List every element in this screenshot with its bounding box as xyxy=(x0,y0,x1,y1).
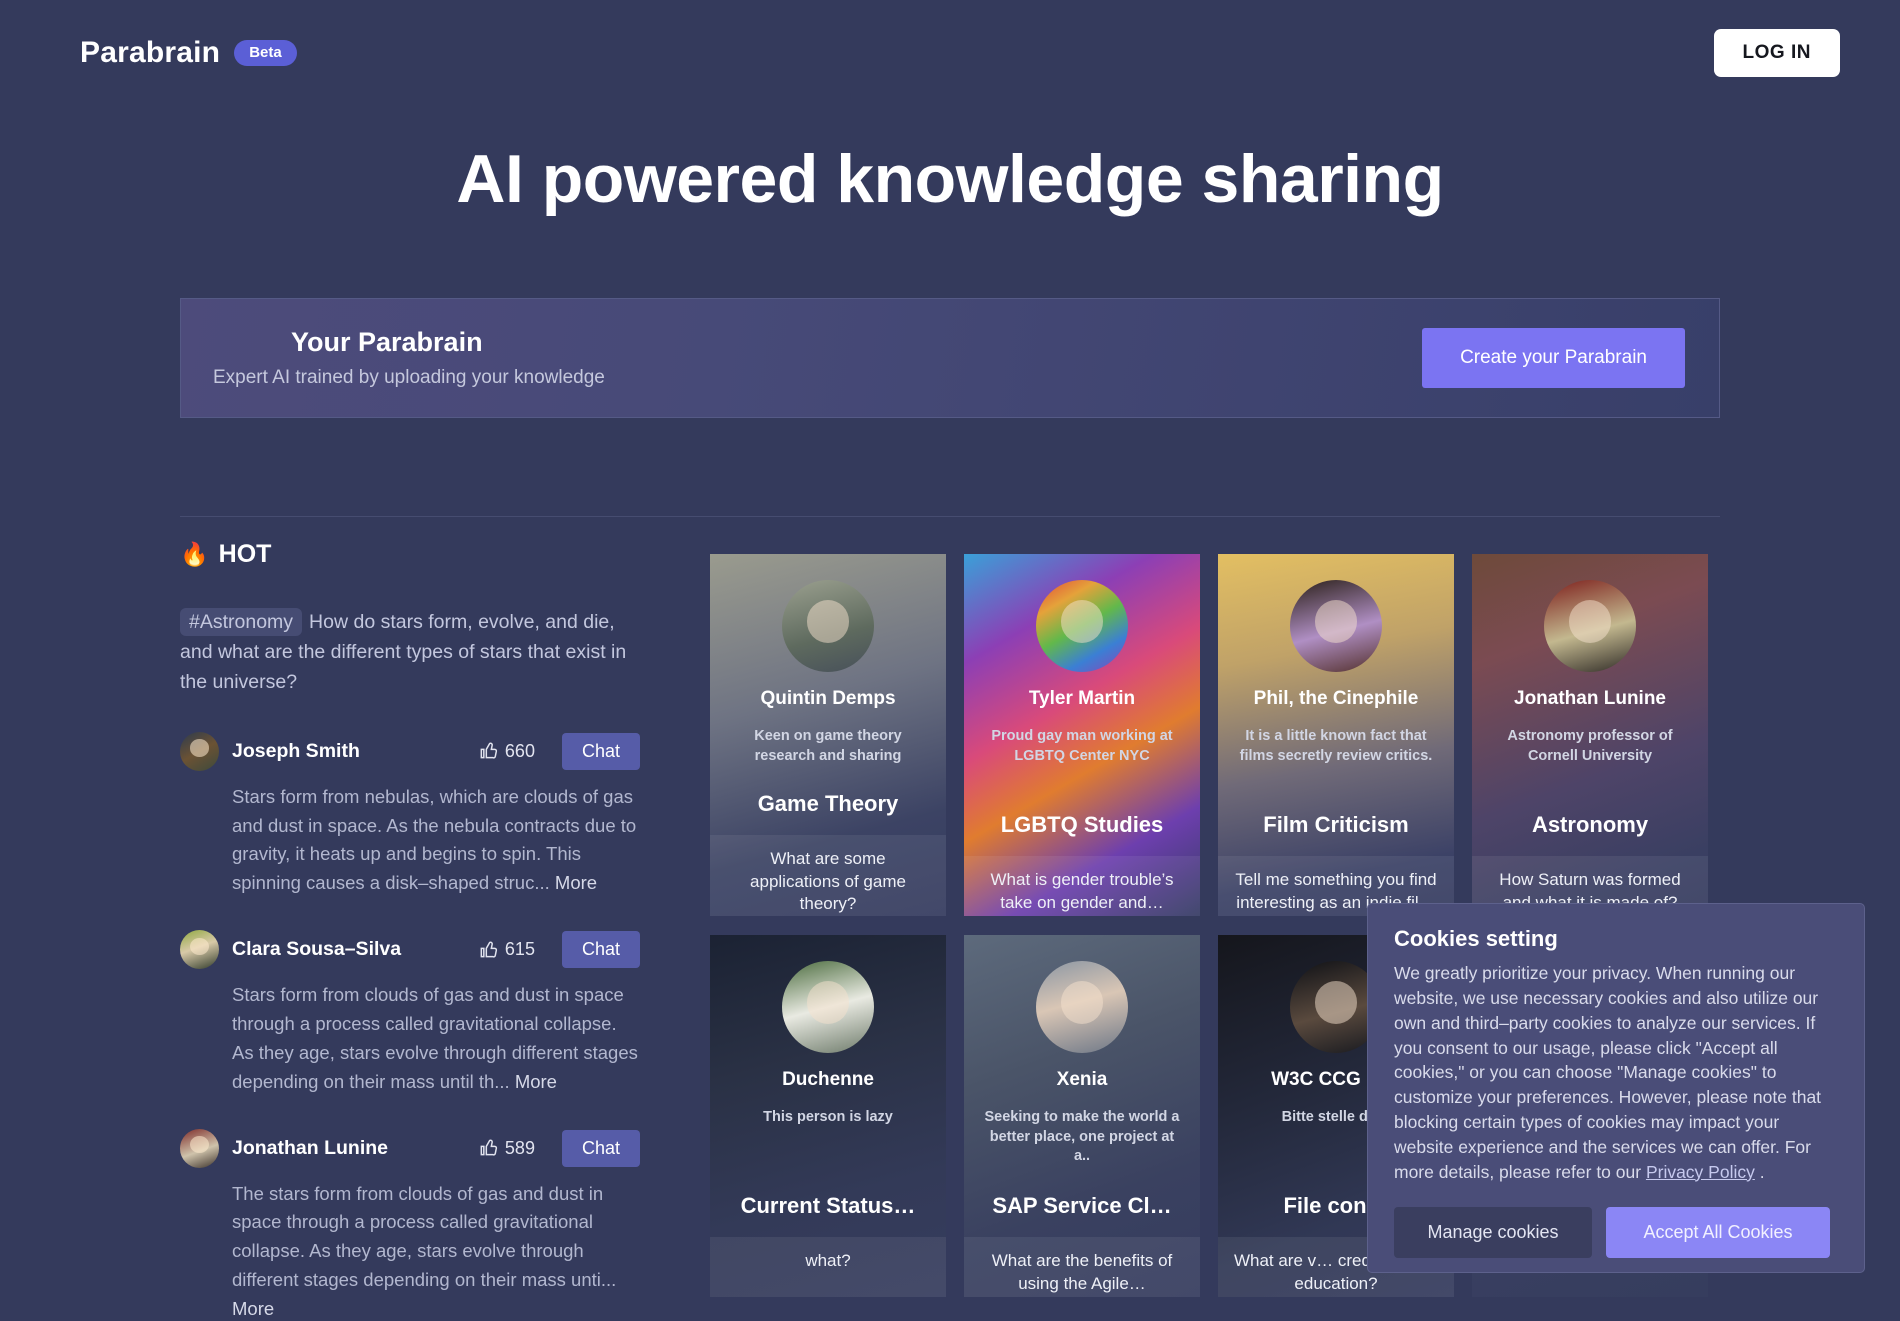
expert-bio: Keen on game theory research and sharing xyxy=(754,728,902,764)
answer-header: Clara Sousa–Silva 615 Chat xyxy=(180,930,640,970)
accept-all-cookies-button[interactable]: Accept All Cookies xyxy=(1606,1206,1830,1258)
hot-section-header: 🔥 HOT xyxy=(180,540,640,569)
avatar xyxy=(782,580,874,672)
more-link[interactable]: More xyxy=(555,872,597,893)
expert-name: Jonathan Lunine xyxy=(1514,688,1666,709)
avatar xyxy=(1290,580,1382,672)
sample-question[interactable]: What is gender trouble’s take on gender … xyxy=(964,856,1200,916)
fire-icon: 🔥 xyxy=(180,541,209,567)
answer-text: The stars form from clouds of gas and du… xyxy=(180,1180,640,1321)
expert-card[interactable]: Quintin Demps Keen on game theory resear… xyxy=(710,554,946,916)
answer-item: Jonathan Lunine 589 Chat The stars form … xyxy=(180,1128,640,1321)
privacy-policy-link[interactable]: Privacy Policy xyxy=(1646,1162,1755,1182)
hot-label: HOT xyxy=(218,540,272,568)
answer-author: Clara Sousa–Silva xyxy=(232,938,402,961)
answer-item: Clara Sousa–Silva 615 Chat Stars form fr… xyxy=(180,930,640,1096)
answer-author: Joseph Smith xyxy=(232,739,360,762)
expert-card[interactable]: Jonathan Lunine Astronomy professor of C… xyxy=(1472,554,1708,916)
chat-button[interactable]: Chat xyxy=(561,1129,640,1167)
cookies-title: Cookies setting xyxy=(1394,926,1558,951)
cookies-actions: Manage cookies Accept All Cookies xyxy=(1394,1206,1838,1258)
chat-button[interactable]: Chat xyxy=(561,732,640,770)
expert-topic: LGBTQ Studies xyxy=(1000,812,1164,837)
more-link[interactable]: More xyxy=(515,1071,557,1092)
hot-column: 🔥 HOT #Astronomy How do stars form, evolv… xyxy=(180,540,640,1321)
like-count-value: 615 xyxy=(504,939,535,960)
avatar xyxy=(180,1128,219,1168)
page-title: AI powered knowledge sharing xyxy=(456,141,1444,217)
expert-bio: Seeking to make the world a better place… xyxy=(984,1109,1180,1165)
avatar xyxy=(1036,580,1128,672)
site-header: Parabrain Beta LOG IN xyxy=(0,0,1900,106)
expert-topic: Current Status… xyxy=(740,1193,916,1218)
thumbs-up-icon xyxy=(478,741,498,761)
landing-page: Parabrain Beta LOG IN AI powered knowled… xyxy=(0,0,1900,1321)
expert-bio: Proud gay man working at LGBTQ Center NY… xyxy=(991,728,1173,764)
hot-question: #Astronomy How do stars form, evolve, and… xyxy=(180,607,640,698)
like-count-value: 589 xyxy=(504,1137,535,1158)
login-button[interactable]: LOG IN xyxy=(1713,29,1840,77)
expert-bio: It is a little known fact that films sec… xyxy=(1239,728,1433,764)
banner-title: Your Parabrain xyxy=(291,327,483,357)
answer-author: Jonathan Lunine xyxy=(232,1136,388,1159)
expert-name: Phil, the Cinephile xyxy=(1253,688,1419,709)
sample-question[interactable]: what? xyxy=(710,1237,946,1297)
like-count[interactable]: 615 xyxy=(478,939,535,960)
more-link[interactable]: More xyxy=(232,1298,274,1319)
thumbs-up-icon xyxy=(478,1138,498,1158)
like-count[interactable]: 660 xyxy=(478,741,535,762)
manage-cookies-button[interactable]: Manage cookies xyxy=(1394,1206,1592,1258)
expert-card[interactable]: Xenia Seeking to make the world a better… xyxy=(964,935,1200,1297)
chat-button[interactable]: Chat xyxy=(561,931,640,969)
answer-body-text: Stars form from clouds of gas and dust i… xyxy=(232,984,638,1092)
your-parabrain-banner: Your Parabrain Expert AI trained by uplo… xyxy=(180,298,1720,418)
expert-card[interactable]: Duchenne This person is lazy Current Sta… xyxy=(710,935,946,1297)
like-count[interactable]: 589 xyxy=(478,1138,535,1159)
expert-topic: Film Criticism xyxy=(1263,812,1409,837)
brand-logo[interactable]: Parabrain Beta xyxy=(80,36,297,70)
expert-topic: SAP Service Cl… xyxy=(992,1193,1172,1218)
sample-question[interactable]: What are some applications of game theor… xyxy=(710,835,946,916)
expert-name: Tyler Martin xyxy=(1028,688,1136,709)
cookies-body: We greatly prioritize your privacy. When… xyxy=(1394,961,1838,1185)
avatar xyxy=(782,961,874,1053)
answer-header: Joseph Smith 660 Chat xyxy=(180,731,640,771)
answer-text: Stars form from nebulas, which are cloud… xyxy=(180,783,640,898)
expert-topic: Game Theory xyxy=(757,791,899,817)
answer-item: Joseph Smith 660 Chat Stars form from ne… xyxy=(180,731,640,898)
banner-text: Your Parabrain Expert AI trained by uplo… xyxy=(181,327,605,389)
expert-card[interactable]: Phil, the Cinephile It is a little known… xyxy=(1218,554,1454,916)
answer-body-text: The stars form from clouds of gas and du… xyxy=(232,1182,617,1291)
answer-text: Stars form from clouds of gas and dust i… xyxy=(180,981,640,1096)
expert-topic: Astronomy xyxy=(1531,812,1649,837)
answer-header: Jonathan Lunine 589 Chat xyxy=(180,1128,640,1168)
avatar xyxy=(180,731,219,771)
cookies-dialog: Cookies setting We greatly prioritize yo… xyxy=(1367,903,1865,1273)
expert-name: Duchenne xyxy=(782,1069,874,1090)
expert-name: Quintin Demps xyxy=(760,688,896,709)
avatar xyxy=(1544,580,1636,672)
section-divider xyxy=(180,516,1720,517)
expert-card[interactable]: Tyler Martin Proud gay man working at LG… xyxy=(964,554,1200,916)
cookies-body-part2: . xyxy=(1754,1161,1765,1182)
like-count-value: 660 xyxy=(504,740,535,761)
expert-name: Xenia xyxy=(1056,1069,1108,1090)
beta-badge: Beta xyxy=(234,40,297,66)
brand-name: Parabrain xyxy=(80,36,221,69)
expert-bio: Astronomy professor of Cornell Universit… xyxy=(1507,728,1673,764)
expert-bio: This person is lazy xyxy=(763,1109,893,1125)
avatar xyxy=(180,930,219,970)
banner-subtitle: Expert AI trained by uploading your know… xyxy=(213,367,605,388)
cookies-body-part1: We greatly prioritize your privacy. When… xyxy=(1394,963,1822,1182)
sample-question[interactable]: What are the benefits of using the Agile… xyxy=(964,1237,1200,1297)
create-parabrain-button[interactable]: Create your Parabrain xyxy=(1422,328,1685,388)
astronomy-tag[interactable]: #Astronomy xyxy=(180,608,303,636)
avatar xyxy=(1036,961,1128,1053)
thumbs-up-icon xyxy=(478,940,498,960)
